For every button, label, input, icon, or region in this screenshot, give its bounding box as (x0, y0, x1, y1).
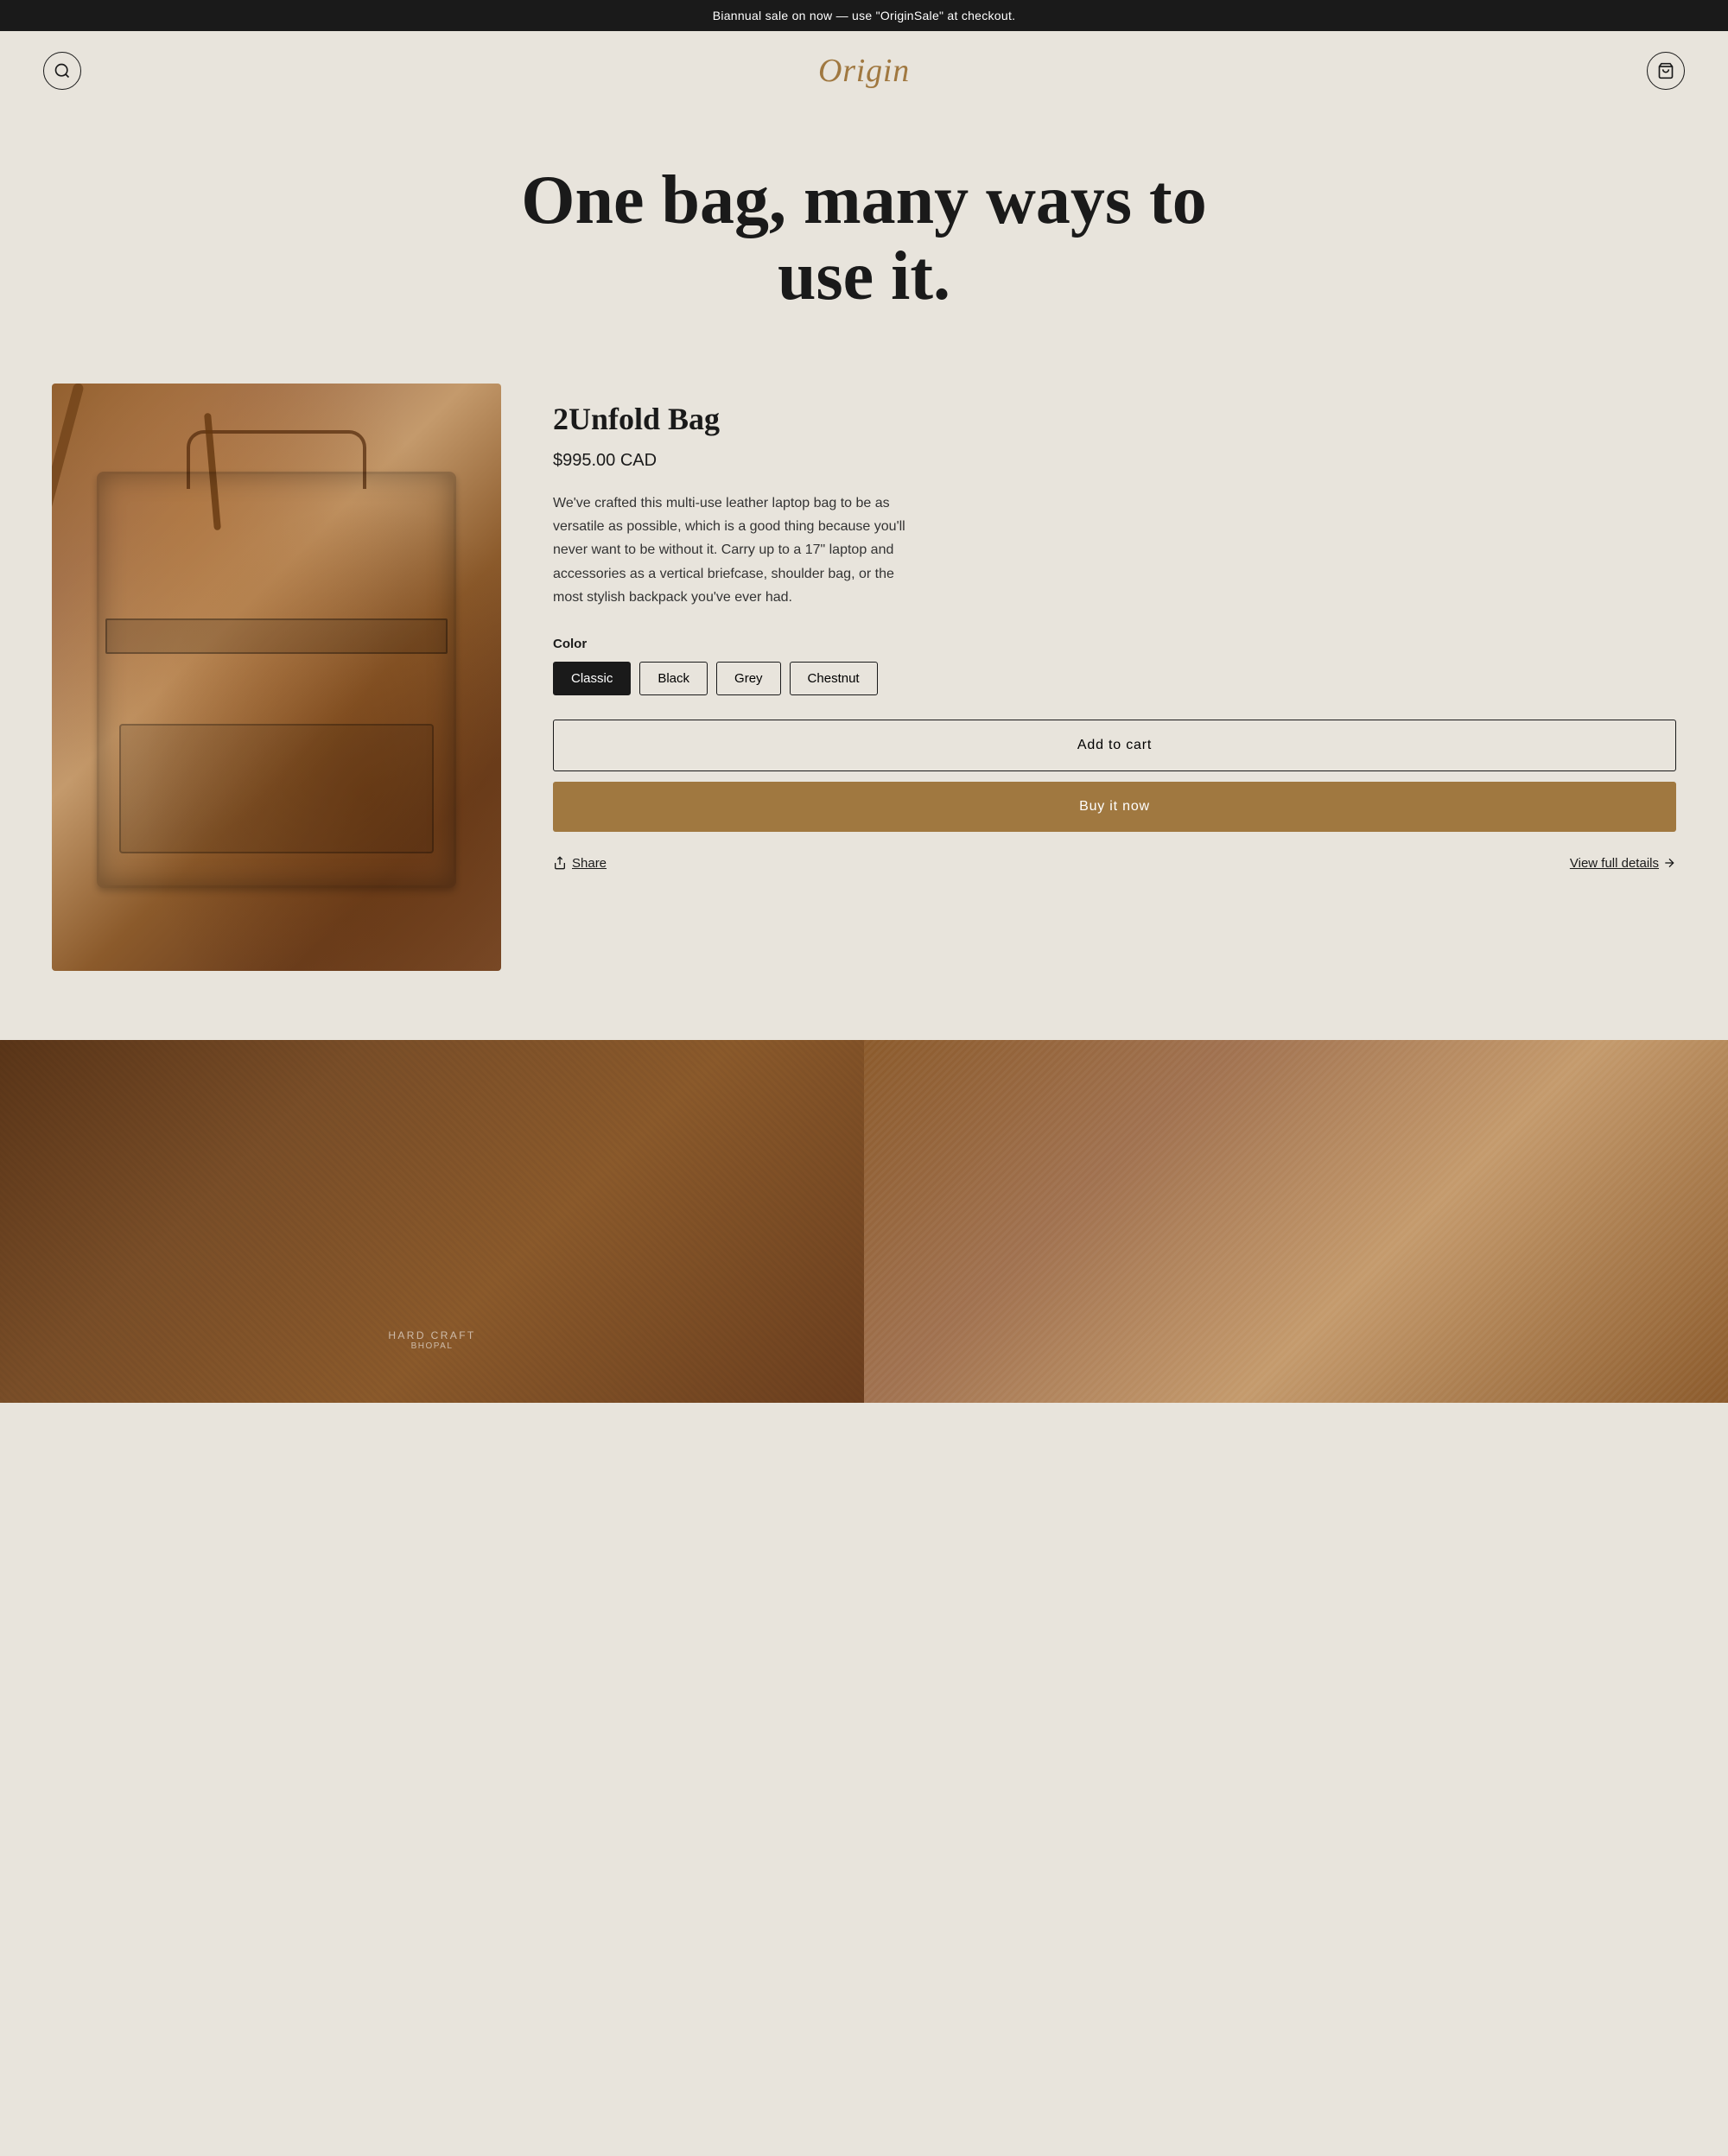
brand-stamp: Hard Craft Bhopal (388, 1329, 475, 1351)
color-options: Classic Black Grey Chestnut (553, 662, 1676, 695)
search-icon (54, 62, 71, 79)
product-actions-row: Share View full details (553, 856, 1676, 871)
product-info: 2Unfold Bag $995.00 CAD We've crafted th… (553, 384, 1676, 871)
buy-now-button[interactable]: Buy it now (553, 782, 1676, 832)
announcement-bar: Biannual sale on now — use "OriginSale" … (0, 0, 1728, 31)
share-button[interactable]: Share (553, 856, 607, 871)
site-logo[interactable]: Origin (818, 52, 910, 90)
bag-pocket-decoration (119, 724, 434, 853)
product-image (52, 384, 501, 971)
bag-zipper-decoration (105, 618, 447, 654)
color-option-grey[interactable]: Grey (716, 662, 781, 695)
bottom-image-right (864, 1040, 1728, 1403)
color-option-chestnut[interactable]: Chestnut (790, 662, 878, 695)
color-option-classic[interactable]: Classic (553, 662, 631, 695)
product-section: 2Unfold Bag $995.00 CAD We've crafted th… (0, 349, 1728, 1040)
bottom-image-left: Hard Craft Bhopal (0, 1040, 864, 1403)
add-to-cart-button[interactable]: Add to cart (553, 720, 1676, 771)
hero-heading: One bag, many ways to use it. (475, 162, 1253, 314)
bag-strap-decoration (52, 384, 85, 612)
search-button[interactable] (43, 52, 81, 90)
bottom-image-strip: Hard Craft Bhopal (0, 1040, 1728, 1403)
arrow-right-icon (1662, 856, 1676, 870)
product-price: $995.00 CAD (553, 451, 1676, 471)
product-description: We've crafted this multi-use leather lap… (553, 491, 916, 609)
share-icon (553, 856, 567, 870)
header: Origin (0, 31, 1728, 111)
color-label: Color (553, 637, 1676, 651)
product-title: 2Unfold Bag (553, 401, 1676, 437)
view-full-details-link[interactable]: View full details (1570, 856, 1676, 871)
cart-icon (1657, 62, 1674, 79)
cart-button[interactable] (1647, 52, 1685, 90)
announcement-text: Biannual sale on now — use "OriginSale" … (713, 9, 1016, 22)
hero-section: One bag, many ways to use it. (0, 111, 1728, 349)
product-image-container (52, 384, 501, 971)
color-option-black[interactable]: Black (639, 662, 708, 695)
